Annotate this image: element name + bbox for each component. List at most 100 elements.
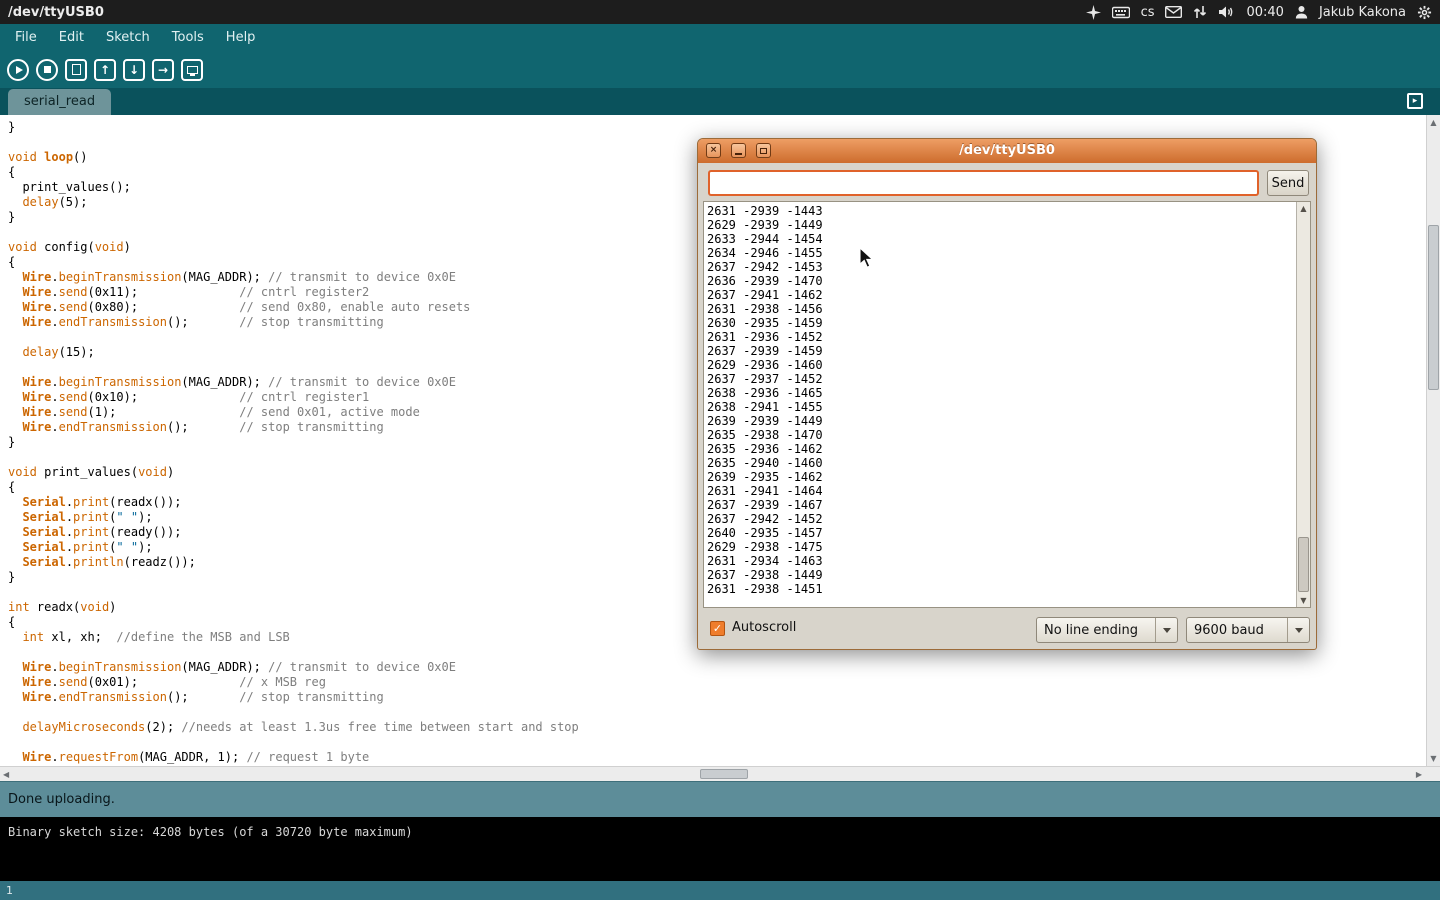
serial-output-line: 2631 -2939 -1443 [707, 204, 1295, 218]
serial-output-line: 2629 -2936 -1460 [707, 358, 1295, 372]
indicator-star-icon[interactable] [1086, 5, 1101, 20]
menu-help[interactable]: Help [215, 25, 267, 50]
serial-output-line: 2637 -2939 -1467 [707, 498, 1295, 512]
serial-output-line: 2631 -2936 -1452 [707, 330, 1295, 344]
serial-output-line: 2637 -2942 -1452 [707, 512, 1295, 526]
minimize-icon [735, 153, 742, 155]
autoscroll-label[interactable]: Autoscroll [732, 620, 796, 635]
serial-output-lines: 2631 -2939 -14432629 -2939 -14492633 -29… [704, 202, 1295, 607]
session-gear-icon[interactable] [1417, 5, 1432, 20]
window-buttons: × [706, 143, 771, 158]
console-text: Binary sketch size: 4208 bytes (of a 307… [8, 825, 413, 839]
verify-button[interactable] [7, 59, 29, 81]
serial-output-line: 2638 -2936 -1465 [707, 386, 1295, 400]
serial-output-line: 2635 -2940 -1460 [707, 456, 1295, 470]
serial-output-line: 2640 -2935 -1457 [707, 526, 1295, 540]
code-line: Wire.requestFrom(MAG_ADDR, 1); // reques… [8, 750, 1426, 765]
code-line: } [8, 120, 1426, 135]
line-number-bar: 1 [0, 881, 1440, 900]
network-arrows-icon[interactable] [1193, 5, 1207, 19]
up-arrow-icon: ↑ [100, 64, 110, 76]
clock[interactable]: 00:40 [1246, 5, 1283, 20]
serial-output-line: 2637 -2937 -1452 [707, 372, 1295, 386]
user-name[interactable]: Jakub Kakona [1319, 5, 1406, 20]
serial-window-titlebar[interactable]: /dev/ttyUSB0 × [698, 139, 1316, 163]
minimize-button[interactable] [731, 143, 746, 158]
open-button[interactable]: ↑ [94, 59, 116, 81]
current-line-number: 1 [6, 884, 13, 897]
code-line: Wire.send(0x01); // x MSB reg [8, 675, 1426, 690]
editor-hscroll-thumb[interactable] [700, 769, 748, 779]
user-icon[interactable] [1295, 5, 1308, 19]
line-ending-value: No line ending [1037, 618, 1155, 642]
screen: /dev/ttyUSB0 cs 00:40 Jakub Kakona File … [0, 0, 1440, 900]
top-panel: /dev/ttyUSB0 cs 00:40 Jakub Kakona [0, 0, 1440, 24]
code-line [8, 735, 1426, 750]
code-line: delayMicroseconds(2); //needs at least 1… [8, 720, 1426, 735]
tab-serial-read[interactable]: serial_read [8, 89, 111, 115]
menu-edit[interactable]: Edit [48, 25, 95, 50]
line-ending-select[interactable]: No line ending [1036, 617, 1178, 643]
serial-output-area[interactable]: 2631 -2939 -14432629 -2939 -14492633 -29… [703, 201, 1311, 608]
mail-icon[interactable] [1165, 6, 1182, 18]
upload-button[interactable]: → [152, 59, 174, 81]
scroll-right-icon[interactable]: ▶ [1416, 770, 1422, 779]
keyboard-icon[interactable] [1112, 6, 1130, 19]
editor-horizontal-scrollbar[interactable]: ◀ ▶ [0, 766, 1440, 781]
new-sketch-button[interactable] [65, 59, 87, 81]
serial-output-line: 2631 -2934 -1463 [707, 554, 1295, 568]
baud-rate-select[interactable]: 9600 baud [1186, 617, 1310, 643]
save-button[interactable]: ↓ [123, 59, 145, 81]
menu-tools[interactable]: Tools [161, 25, 215, 50]
editor-vscroll-thumb[interactable] [1428, 225, 1439, 390]
serial-send-input[interactable] [708, 170, 1259, 196]
send-button[interactable]: Send [1267, 170, 1309, 196]
serial-monitor-window: /dev/ttyUSB0 × Send 2631 -2939 -14432629… [697, 138, 1317, 650]
serial-output-line: 2630 -2935 -1459 [707, 316, 1295, 330]
serial-output-line: 2631 -2938 -1451 [707, 582, 1295, 596]
tab-menu-button[interactable]: ▸ [1407, 93, 1423, 109]
baud-dropdown-button[interactable] [1287, 618, 1309, 642]
maximize-button[interactable] [756, 143, 771, 158]
serial-output-line: 2638 -2941 -1455 [707, 400, 1295, 414]
code-line [8, 705, 1426, 720]
serial-output-line: 2633 -2944 -1454 [707, 232, 1295, 246]
scroll-down-icon[interactable]: ▼ [1427, 754, 1440, 763]
system-tray: cs 00:40 Jakub Kakona [1086, 5, 1432, 20]
serial-scroll-thumb[interactable] [1298, 537, 1309, 592]
menubar: File Edit Sketch Tools Help [0, 24, 1440, 51]
tab-menu-arrow-icon: ▸ [1413, 96, 1418, 106]
menu-file[interactable]: File [4, 25, 48, 50]
close-button[interactable]: × [706, 143, 721, 158]
serial-scrollbar[interactable]: ▲ ▼ [1296, 202, 1310, 607]
code-line: Wire.endTransmission(); // stop transmit… [8, 690, 1426, 705]
play-icon [16, 66, 23, 74]
mouse-cursor [858, 247, 878, 273]
serial-window-title: /dev/ttyUSB0 [698, 139, 1316, 163]
stop-button[interactable] [36, 59, 58, 81]
editor-vertical-scrollbar[interactable]: ▲ ▼ [1426, 115, 1440, 766]
serial-output-line: 2635 -2938 -1470 [707, 428, 1295, 442]
serial-output-line: 2639 -2939 -1449 [707, 414, 1295, 428]
close-icon: × [710, 146, 718, 155]
toolbar: ↑ ↓ → [0, 51, 1440, 88]
autoscroll-checkbox[interactable]: ✓ [710, 621, 725, 636]
serial-scroll-down-icon[interactable]: ▼ [1297, 596, 1310, 605]
scroll-left-icon[interactable]: ◀ [3, 770, 9, 779]
menu-sketch[interactable]: Sketch [95, 25, 161, 50]
serial-monitor-button[interactable] [181, 59, 203, 81]
right-arrow-icon: → [158, 64, 168, 76]
scroll-up-icon[interactable]: ▲ [1427, 118, 1440, 127]
keyboard-layout-label[interactable]: cs [1141, 5, 1155, 20]
serial-output-line: 2637 -2942 -1453 [707, 260, 1295, 274]
serial-output-line: 2631 -2941 -1464 [707, 484, 1295, 498]
line-ending-dropdown-button[interactable] [1155, 618, 1177, 642]
serial-monitor-icon [187, 66, 198, 74]
serial-output-line: 2637 -2941 -1462 [707, 288, 1295, 302]
chevron-down-icon [1163, 628, 1171, 633]
volume-icon[interactable] [1218, 5, 1235, 19]
stop-icon [44, 66, 51, 73]
serial-scroll-up-icon[interactable]: ▲ [1297, 204, 1310, 213]
serial-output-line: 2639 -2935 -1462 [707, 470, 1295, 484]
baud-rate-value: 9600 baud [1187, 618, 1287, 642]
